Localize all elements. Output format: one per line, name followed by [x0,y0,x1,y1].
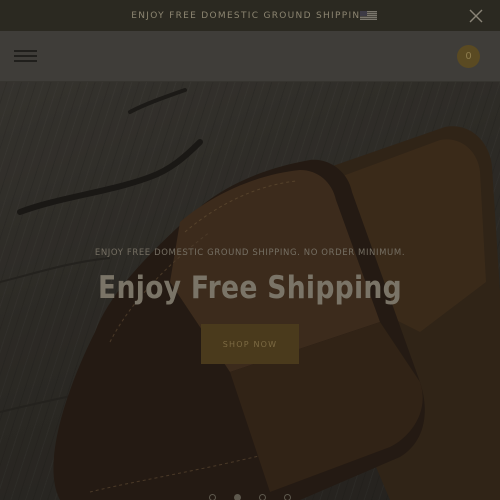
site-header [0,31,500,82]
shop-now-button[interactable]: SHOP NOW [201,324,299,364]
hero-subtitle: ENJOY FREE DOMESTIC GROUND SHIPPING. NO … [94,248,406,258]
announcement-text: ENJOY FREE DOMESTIC GROUND SHIPPING [131,10,369,21]
announcement-bar: ENJOY FREE DOMESTIC GROUND SHIPPING [0,0,500,31]
hero-banner: ENJOY FREE DOMESTIC GROUND SHIPPING. NO … [0,82,500,500]
hero-title: Enjoy Free Shipping [97,270,402,306]
close-icon[interactable] [469,9,483,23]
slide-dot[interactable] [259,494,266,500]
slide-dot[interactable] [284,494,291,500]
slide-dot-active[interactable] [234,494,241,500]
hamburger-menu-icon[interactable] [14,50,37,63]
slide-indicators [0,494,500,500]
us-flag-icon[interactable] [360,11,377,20]
cart-count-badge[interactable]: 0 [457,45,480,68]
slide-dot[interactable] [209,494,216,500]
